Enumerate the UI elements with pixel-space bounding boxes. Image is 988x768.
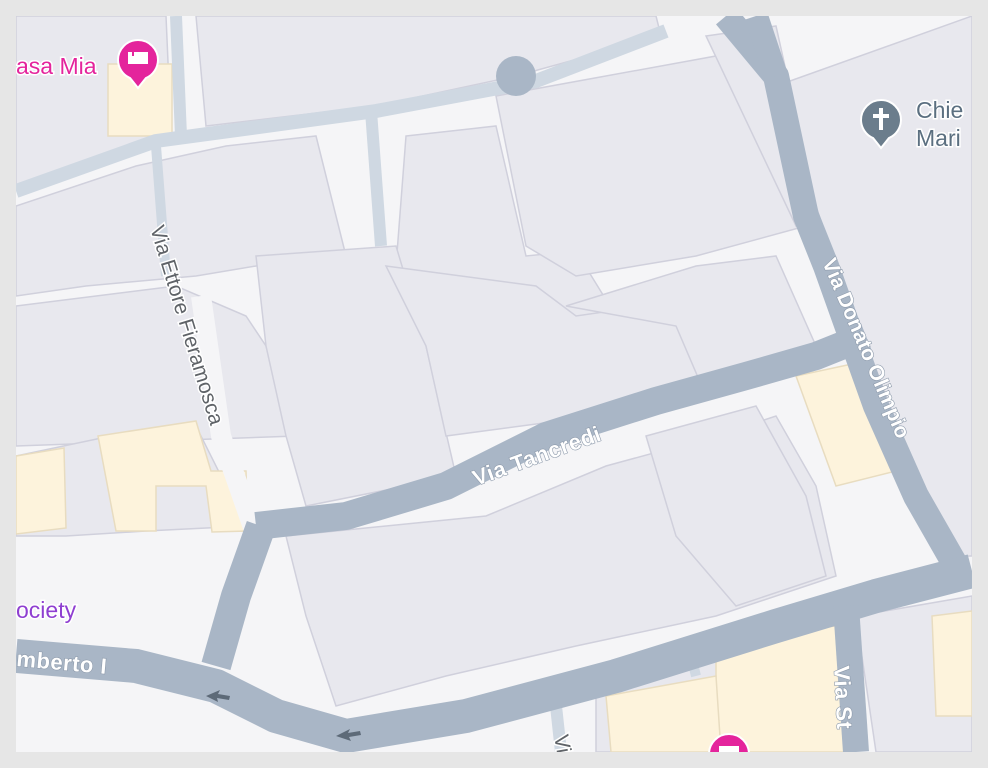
poi-label-casa-mia[interactable]: asa Mia — [16, 52, 98, 81]
poi-label-church-line2[interactable]: Mari — [915, 124, 963, 153]
street-label-via-st: Via St — [829, 665, 857, 730]
poi-label-church-line1[interactable]: Chie — [915, 96, 965, 125]
street-label-via-partial: Vi — [549, 733, 575, 752]
map-canvas[interactable]: Via Tancredi Via Ettore Fieramosca Via D… — [16, 16, 972, 752]
poi-label-society[interactable]: ociety — [16, 596, 78, 625]
